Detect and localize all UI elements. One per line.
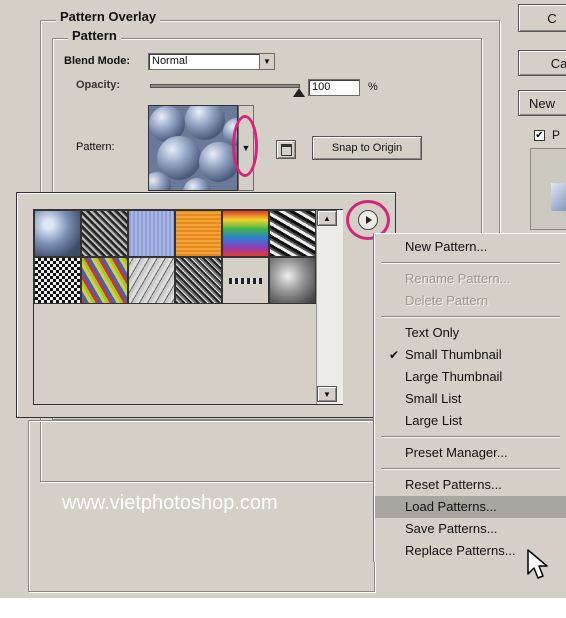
preview-checkbox[interactable]: ✔: [534, 130, 545, 141]
opacity-slider-track[interactable]: [150, 84, 300, 88]
scroll-up-button[interactable]: ▲: [317, 210, 337, 226]
chevron-up-icon: ▲: [323, 213, 331, 223]
chevron-down-icon: ▼: [323, 389, 331, 399]
menu-item-label: Small List: [405, 391, 462, 406]
menu-separator: [381, 262, 560, 264]
new-style-button-label: New: [529, 95, 556, 111]
checkmark-icon: ✔: [389, 348, 400, 362]
menu-item-label: Delete Pattern: [405, 293, 489, 308]
blue-stripes-pattern-thumbnail[interactable]: [128, 210, 175, 257]
menu-item-label: Load Patterns...: [405, 499, 497, 514]
style-preview-box: [530, 148, 566, 230]
menu-item-save-patterns[interactable]: Save Patterns...: [375, 518, 566, 540]
menu-item-label: Reset Patterns...: [405, 477, 502, 492]
chevron-down-icon: ▼: [263, 57, 271, 66]
pattern-thumbnails: [34, 210, 316, 310]
ok-button[interactable]: C: [518, 4, 566, 32]
menu-item-small-list[interactable]: Small List: [375, 388, 566, 410]
cancel-button-label: Ca: [550, 55, 566, 71]
menu-item-label: Large List: [405, 413, 463, 428]
new-preset-from-pattern-button[interactable]: [276, 140, 296, 159]
bw-noise-pattern-thumbnail[interactable]: [175, 257, 222, 304]
menu-item-reset-patterns[interactable]: Reset Patterns...: [375, 474, 566, 496]
colorful-confetti-pattern-thumbnail[interactable]: [81, 257, 128, 304]
blend-mode-label: Blend Mode:: [64, 55, 130, 67]
orange-fabric-pattern-thumbnail[interactable]: [175, 210, 222, 257]
new-preset-icon: [280, 143, 292, 156]
gray-clouds-pattern-thumbnail[interactable]: [269, 257, 316, 304]
menu-item-label: Small Thumbnail: [405, 347, 502, 362]
chain-pattern-thumbnail[interactable]: [222, 257, 269, 304]
menu-item-label: New Pattern...: [405, 239, 488, 254]
opacity-slider-thumb[interactable]: [293, 88, 305, 97]
menu-item-text-only[interactable]: Text Only: [375, 322, 566, 344]
bubbles-pattern-thumbnail[interactable]: [34, 210, 81, 257]
menu-item-delete-pattern: Delete Pattern: [375, 290, 566, 312]
bubbles-pattern-thumbnail: [149, 106, 237, 190]
menu-item-small-thumbnail[interactable]: ✔ Small Thumbnail: [375, 344, 566, 366]
pattern-grid-scrollbar[interactable]: [316, 210, 343, 404]
highlight-ring: [232, 115, 258, 177]
rainbow-stripes-pattern-thumbnail[interactable]: [222, 210, 269, 257]
menu-item-new-pattern[interactable]: New Pattern...: [375, 236, 566, 258]
pattern-swatch[interactable]: [148, 105, 238, 191]
new-style-button[interactable]: New: [518, 90, 566, 116]
menu-item-label: Text Only: [405, 325, 460, 340]
menu-separator: [381, 436, 560, 438]
menu-item-load-patterns[interactable]: Load Patterns...: [375, 496, 566, 518]
snap-to-origin-button[interactable]: Snap to Origin: [312, 136, 422, 160]
gray-scribble-pattern-thumbnail[interactable]: [128, 257, 175, 304]
menu-separator: [381, 316, 560, 318]
menu-item-label: Large Thumbnail: [405, 369, 503, 384]
menu-item-label: Save Patterns...: [405, 521, 498, 536]
menu-item-preset-manager[interactable]: Preset Manager...: [375, 442, 566, 464]
cancel-button[interactable]: Ca: [518, 50, 566, 76]
black-white-confetti-pattern-thumbnail[interactable]: [269, 210, 316, 257]
ok-button-label: C: [547, 10, 557, 26]
menu-separator: [381, 468, 560, 470]
blend-mode-select[interactable]: Normal: [148, 53, 260, 70]
menu-item-rename-pattern: Rename Pattern...: [375, 268, 566, 290]
checker-dots-pattern-thumbnail[interactable]: [34, 257, 81, 304]
menu-item-label: Replace Patterns...: [405, 543, 516, 558]
opacity-input[interactable]: 100: [308, 79, 360, 96]
scroll-down-button[interactable]: ▼: [317, 386, 337, 402]
pattern-overlay-title: Pattern Overlay: [56, 10, 161, 24]
watermark: www.vietphotoshop.com: [62, 492, 278, 514]
style-preview-thumbnail: [551, 183, 566, 211]
blend-mode-dropdown-button[interactable]: ▼: [259, 53, 275, 70]
mouse-cursor-icon: [527, 549, 548, 579]
pattern-group-title: Pattern: [68, 29, 121, 43]
pattern-options-menu: New Pattern... Rename Pattern... Delete Pa…: [374, 233, 566, 562]
menu-item-label: Rename Pattern...: [405, 271, 511, 286]
opacity-label: Opacity:: [76, 79, 121, 91]
page-bottom: [0, 598, 566, 618]
menu-item-large-list[interactable]: Large List: [375, 410, 566, 432]
opacity-unit: %: [368, 81, 378, 93]
gray-noise-pattern-thumbnail[interactable]: [81, 210, 128, 257]
pattern-label: Pattern:: [76, 141, 115, 153]
opacity-slider-fill: [151, 85, 299, 87]
menu-item-label: Preset Manager...: [405, 445, 508, 460]
preview-label: P: [552, 128, 561, 142]
menu-item-large-thumbnail[interactable]: Large Thumbnail: [375, 366, 566, 388]
